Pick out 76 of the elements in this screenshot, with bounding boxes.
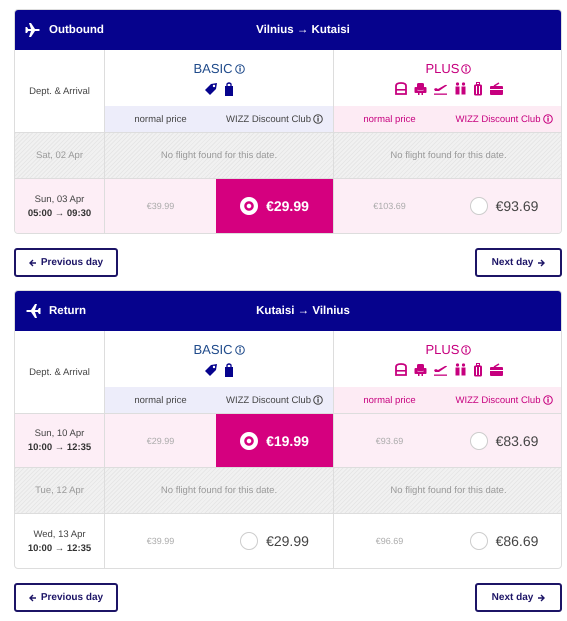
price-option[interactable]: €19.99 [216,414,334,468]
suitcase-icon [472,362,482,376]
fare-name: BASIC [193,60,232,76]
date-label: Wed, 13 Apr [33,528,86,540]
price-option[interactable]: €29.99 [216,179,334,233]
normal-price: €29.99 [146,436,174,446]
info-icon[interactable] [542,395,552,405]
column-header: WIZZ Discount Club [226,114,311,124]
price-option[interactable]: €86.69 [445,514,561,568]
flight-times: 10:00 → 12:35 [28,542,92,554]
column-header: Dept. & Arrival [29,86,90,96]
column-header: WIZZ Discount Club [456,394,540,406]
plane-takeoff-icon [432,363,448,376]
direction-title: Outbound [49,24,104,36]
date-label: Sun, 10 Apr [34,428,84,439]
right-arrow-icon [537,594,546,602]
column-header: normal price [363,114,416,124]
normal-price: €96.69 [376,536,404,546]
info-icon[interactable] [461,344,472,354]
info-icon[interactable] [542,114,552,124]
armchair-icon [414,363,426,376]
bag-icon [224,82,234,96]
normal-price: €39.99 [146,201,174,211]
normal-price: €93.69 [376,436,404,446]
price-option[interactable]: €29.99 [216,514,334,568]
date-label: Sun, 03 Apr [34,194,84,204]
tag-icon [204,82,218,96]
seat-icon [394,82,408,95]
column-header: Dept. & Arrival [29,366,90,378]
flight-times: 10:00 → 12:35 [28,442,92,453]
no-flight-message: No flight found for this date. [160,485,278,496]
date-label: Tue, 12 Apr [35,485,84,496]
direction-title: Return [49,305,86,317]
fare-name: PLUS [426,60,460,76]
normal-price: €103.69 [373,201,406,211]
info-icon[interactable] [461,64,472,74]
fare-name: BASIC [193,342,232,356]
route-title: Vilnius → Kutaisi [256,24,350,36]
info-icon[interactable] [234,344,244,354]
column-header: WIZZ Discount Club [456,114,540,124]
column-header: normal price [134,394,187,406]
date-label: Sat, 02 Apr [36,150,83,161]
route-title: Kutaisi → Vilnius [256,305,350,317]
next-day-button[interactable]: Next day [475,248,562,277]
previous-day-button[interactable]: Previous day [14,248,118,277]
airplane-icon [25,22,41,38]
suitcase-icon [472,82,482,96]
info-icon[interactable] [234,64,244,74]
checked-bag-icon [488,82,504,95]
passengers-icon [454,363,466,376]
fare-name: PLUS [426,342,460,356]
right-arrow-icon [537,258,546,266]
normal-price: €39.99 [146,536,174,546]
left-arrow-icon [28,594,37,602]
column-header: WIZZ Discount Club [226,394,311,406]
no-flight-message: No flight found for this date. [160,150,278,161]
info-icon[interactable] [313,395,323,405]
price-option[interactable]: €93.69 [445,179,561,233]
bag-icon [224,362,234,376]
info-icon[interactable] [313,114,323,124]
plane-takeoff-icon [432,82,448,95]
armchair-icon [414,82,426,95]
seat-icon [394,363,408,376]
column-header: normal price [134,114,187,124]
column-header: normal price [363,394,416,406]
passengers-icon [454,82,466,95]
no-flight-message: No flight found for this date. [390,150,507,161]
left-arrow-icon [28,258,37,266]
airplane-icon [25,303,41,319]
flight-times: 05:00 → 09:30 [28,208,92,218]
no-flight-message: No flight found for this date. [390,485,507,496]
previous-day-button[interactable]: Previous day [14,583,118,612]
next-day-button[interactable]: Next day [475,583,562,612]
price-option[interactable]: €83.69 [445,414,561,468]
checked-bag-icon [488,363,504,376]
tag-icon [204,362,218,376]
